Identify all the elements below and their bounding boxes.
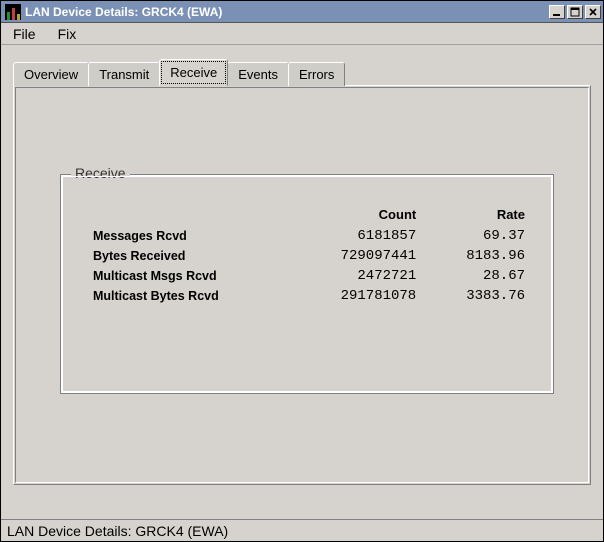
stats-table: Count Rate Messages Rcvd 6181857 69.37: [85, 203, 533, 306]
row-count: 2472721: [291, 266, 424, 286]
tab-events[interactable]: Events: [227, 62, 289, 86]
row-rate: 3383.76: [424, 286, 533, 306]
window-controls: [549, 5, 601, 19]
menu-bar: File Fix: [1, 23, 603, 45]
stats-area: Count Rate Messages Rcvd 6181857 69.37: [85, 203, 533, 306]
header-label: [85, 203, 291, 226]
table-row: Multicast Bytes Rcvd 291781078 3383.76: [85, 286, 533, 306]
client-area: Overview Transmit Receive Events Errors …: [1, 45, 603, 519]
panel-inner: Receive Count Rate Messages Rcv: [15, 87, 589, 483]
row-label: Bytes Received: [85, 246, 291, 266]
table-row: Messages Rcvd 6181857 69.37: [85, 226, 533, 246]
close-button[interactable]: [585, 5, 601, 19]
minimize-button[interactable]: [549, 5, 565, 19]
table-header-row: Count Rate: [85, 203, 533, 226]
tab-strip: Overview Transmit Receive Events Errors: [13, 59, 591, 85]
receive-group: Receive Count Rate Messages Rcv: [60, 174, 554, 394]
status-text: LAN Device Details: GRCK4 (EWA): [7, 523, 228, 539]
tab-receive[interactable]: Receive: [159, 59, 228, 86]
tab-panel: Receive Count Rate Messages Rcv: [13, 85, 591, 485]
table-row: Multicast Msgs Rcvd 2472721 28.67: [85, 266, 533, 286]
group-legend: Receive: [71, 165, 130, 181]
menu-file[interactable]: File: [7, 24, 42, 44]
tab-transmit[interactable]: Transmit: [88, 62, 160, 86]
row-label: Multicast Msgs Rcvd: [85, 266, 291, 286]
tab-overview[interactable]: Overview: [13, 62, 89, 86]
row-count: 6181857: [291, 226, 424, 246]
status-bar: LAN Device Details: GRCK4 (EWA): [1, 519, 603, 541]
row-rate: 8183.96: [424, 246, 533, 266]
row-rate: 69.37: [424, 226, 533, 246]
title-bar: LAN Device Details: GRCK4 (EWA): [1, 1, 603, 23]
row-count: 729097441: [291, 246, 424, 266]
header-rate: Rate: [424, 203, 533, 226]
row-label: Messages Rcvd: [85, 226, 291, 246]
row-label: Multicast Bytes Rcvd: [85, 286, 291, 306]
row-count: 291781078: [291, 286, 424, 306]
window-title: LAN Device Details: GRCK4 (EWA): [25, 5, 549, 19]
row-rate: 28.67: [424, 266, 533, 286]
app-icon: [5, 4, 21, 20]
tab-errors[interactable]: Errors: [288, 62, 345, 86]
maximize-button[interactable]: [567, 5, 583, 19]
menu-fix[interactable]: Fix: [52, 24, 83, 44]
header-count: Count: [291, 203, 424, 226]
table-row: Bytes Received 729097441 8183.96: [85, 246, 533, 266]
